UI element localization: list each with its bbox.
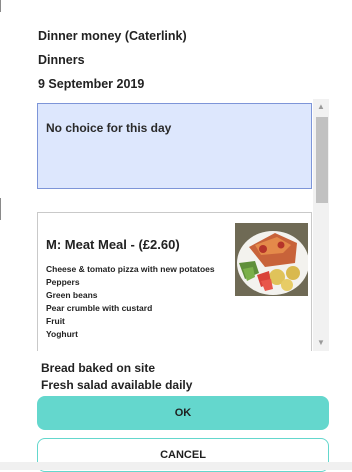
meal-item: Cheese & tomato pizza with new potatoes: [46, 264, 215, 274]
no-choice-option[interactable]: No choice for this day: [37, 103, 312, 189]
meal-item: Yoghurt: [46, 329, 78, 339]
meal-item: Peppers: [46, 277, 80, 287]
meal-photo-icon: [235, 223, 308, 296]
account-name: Dinner money (Caterlink): [38, 29, 187, 43]
note-bread: Bread baked on site: [41, 361, 156, 375]
window-edge: [0, 0, 1, 12]
chevron-down-icon[interactable]: ▼: [313, 335, 329, 351]
window-edge: [0, 198, 1, 220]
no-choice-label: No choice for this day: [46, 121, 172, 135]
meal-notes: Bread baked on site Fresh salad availabl…: [41, 360, 192, 394]
meal-item: Fruit: [46, 316, 65, 326]
order-header: Dinner money (Caterlink) Dinners 9 Septe…: [38, 28, 187, 100]
meal-type: Dinners: [38, 53, 85, 67]
bottom-strip: [0, 462, 352, 470]
choice-scrollbar[interactable]: ▲ ▼: [313, 99, 329, 351]
meal-item: Pear crumble with custard: [46, 303, 153, 313]
meal-option-meat[interactable]: M: Meat Meal - (£2.60) Cheese & tomato p…: [37, 212, 312, 351]
note-salad: Fresh salad available daily: [41, 378, 193, 392]
meal-title: M: Meat Meal - (£2.60): [46, 237, 180, 252]
chevron-up-icon[interactable]: ▲: [313, 99, 329, 115]
meal-item: Green beans: [46, 290, 98, 300]
order-date: 9 September 2019: [38, 77, 145, 91]
scrollbar-thumb[interactable]: [316, 117, 328, 203]
meal-items: Cheese & tomato pizza with new potatoes …: [46, 263, 246, 341]
ok-button[interactable]: OK: [37, 396, 329, 430]
